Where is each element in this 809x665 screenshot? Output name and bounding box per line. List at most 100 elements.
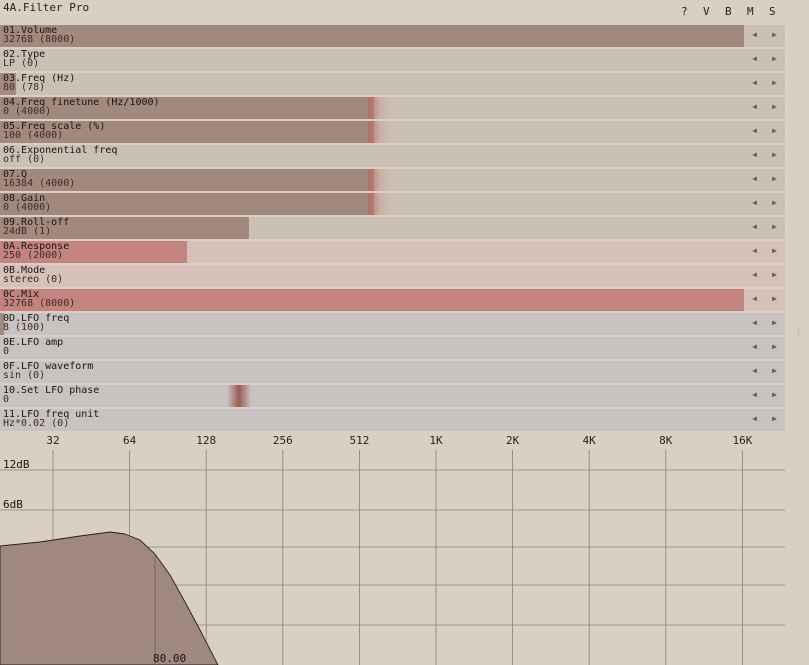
title-bar: 4A.Filter Pro ? V B M S (0, 0, 809, 24)
increment-arrow-icon[interactable]: ▶ (772, 102, 777, 111)
param-value: 0 (3, 394, 10, 405)
decrement-arrow-icon[interactable]: ◀ (752, 270, 757, 279)
increment-arrow-icon[interactable]: ▶ (772, 390, 777, 399)
param-value: 100 (4000) (3, 130, 64, 141)
param-row[interactable]: 02.Type LP (0) ◀ ▶ (0, 49, 785, 71)
solo-button[interactable]: S (769, 5, 776, 18)
parameter-list: 01.Volume 32768 (8000) ◀ ▶ 02.Type LP (0) ◀ ▶ 03… (0, 25, 785, 433)
param-value: 0 (3, 346, 10, 357)
x-tick-label: 256 (273, 434, 293, 447)
param-row[interactable]: 0A.Response 250 (2000) ◀ ▶ (0, 241, 785, 263)
param-level-bar (0, 289, 744, 311)
param-value: 16384 (4000) (3, 178, 76, 189)
param-center-marker (368, 121, 392, 143)
window-title: 4A.Filter Pro (3, 1, 90, 14)
param-value: LP (0) (3, 58, 40, 69)
param-row[interactable]: 05.Freq scale (%) 100 (4000) ◀ ▶ (0, 121, 785, 143)
param-row[interactable]: 0E.LFO amp 0 ◀ ▶ (0, 337, 785, 359)
increment-arrow-icon[interactable]: ▶ (772, 174, 777, 183)
increment-arrow-icon[interactable]: ▶ (772, 222, 777, 231)
param-value: 0 (4000) (3, 202, 52, 213)
view-button[interactable]: V (703, 5, 710, 18)
param-value: 24dB (1) (3, 226, 52, 237)
increment-arrow-icon[interactable]: ▶ (772, 294, 777, 303)
cutoff-frequency-label: 80.00 (153, 652, 186, 665)
increment-arrow-icon[interactable]: ▶ (772, 366, 777, 375)
x-tick-label: 8K (659, 434, 673, 447)
x-tick-label: 64 (123, 434, 137, 447)
param-value: off (0) (3, 154, 46, 165)
increment-arrow-icon[interactable]: ▶ (772, 126, 777, 135)
param-row[interactable]: 03.Freq (Hz) 80 (78) ◀ ▶ (0, 73, 785, 95)
decrement-arrow-icon[interactable]: ◀ (752, 366, 757, 375)
increment-arrow-icon[interactable]: ▶ (772, 414, 777, 423)
param-row[interactable]: 0C.Mix 32768 (8000) ◀ ▶ (0, 289, 785, 311)
decrement-arrow-icon[interactable]: ◀ (752, 390, 757, 399)
increment-arrow-icon[interactable]: ▶ (772, 270, 777, 279)
param-name: 0E.LFO amp (3, 337, 64, 348)
frequency-response-graph[interactable]: 32641282565121K2K4K8K16K12dB6dB-6dB-12dB… (0, 430, 785, 665)
y-axis-label: 6dB (3, 498, 23, 511)
param-center-marker (368, 193, 392, 215)
decrement-arrow-icon[interactable]: ◀ (752, 174, 757, 183)
param-name: 10.Set LFO phase (3, 385, 100, 396)
param-row[interactable]: 0D.LFO freq 8 (100) ◀ ▶ (0, 313, 785, 335)
mute-button[interactable]: M (747, 5, 754, 18)
param-value: stereo (0) (3, 274, 64, 285)
param-row[interactable]: 04.Freq finetune (Hz/1000) 0 (4000) ◀ ▶ (0, 97, 785, 119)
param-value: 32768 (8000) (3, 34, 76, 45)
decrement-arrow-icon[interactable]: ◀ (752, 246, 757, 255)
bypass-button[interactable]: B (725, 5, 732, 18)
response-curve (0, 531, 219, 665)
param-center-marker (368, 97, 392, 119)
param-row[interactable]: 0F.LFO waveform sin (0) ◀ ▶ (0, 361, 785, 383)
param-row[interactable]: 01.Volume 32768 (8000) ◀ ▶ (0, 25, 785, 47)
decrement-arrow-icon[interactable]: ◀ (752, 30, 757, 39)
param-level-bar (0, 193, 374, 215)
param-row[interactable]: 08.Gain 0 (4000) ◀ ▶ (0, 193, 785, 215)
param-value: Hz*0.02 (0) (3, 418, 70, 429)
increment-arrow-icon[interactable]: ▶ (772, 78, 777, 87)
x-tick-label: 1K (429, 434, 443, 447)
increment-arrow-icon[interactable]: ▶ (772, 198, 777, 207)
increment-arrow-icon[interactable]: ▶ (772, 54, 777, 63)
param-value: 32768 (8000) (3, 298, 76, 309)
decrement-arrow-icon[interactable]: ◀ (752, 126, 757, 135)
param-row[interactable]: 11.LFO freq unit Hz*0.02 (0) ◀ ▶ (0, 409, 785, 431)
decrement-arrow-icon[interactable]: ◀ (752, 222, 757, 231)
scroll-handle-icon[interactable]: ⁞ (796, 328, 801, 338)
increment-arrow-icon[interactable]: ▶ (772, 318, 777, 327)
increment-arrow-icon[interactable]: ▶ (772, 342, 777, 351)
x-tick-label: 16K (732, 434, 752, 447)
param-row[interactable]: 06.Exponential freq off (0) ◀ ▶ (0, 145, 785, 167)
decrement-arrow-icon[interactable]: ◀ (752, 294, 757, 303)
decrement-arrow-icon[interactable]: ◀ (752, 102, 757, 111)
param-row[interactable]: 09.Roll-off 24dB (1) ◀ ▶ (0, 217, 785, 239)
x-tick-label: 4K (583, 434, 597, 447)
param-value: 8 (100) (3, 322, 46, 333)
decrement-arrow-icon[interactable]: ◀ (752, 78, 757, 87)
decrement-arrow-icon[interactable]: ◀ (752, 414, 757, 423)
decrement-arrow-icon[interactable]: ◀ (752, 150, 757, 159)
param-value: 80 (78) (3, 82, 46, 93)
x-tick-label: 2K (506, 434, 520, 447)
y-axis-label: 12dB (3, 458, 30, 471)
param-center-marker (368, 169, 392, 191)
param-row[interactable]: 0B.Mode stereo (0) ◀ ▶ (0, 265, 785, 287)
decrement-arrow-icon[interactable]: ◀ (752, 318, 757, 327)
param-row[interactable]: 10.Set LFO phase 0 ◀ ▶ (0, 385, 785, 407)
decrement-arrow-icon[interactable]: ◀ (752, 342, 757, 351)
x-tick-label: 128 (196, 434, 216, 447)
increment-arrow-icon[interactable]: ▶ (772, 30, 777, 39)
help-button[interactable]: ? (681, 5, 688, 18)
decrement-arrow-icon[interactable]: ◀ (752, 54, 757, 63)
param-level-bar (0, 25, 744, 47)
x-tick-label: 512 (349, 434, 369, 447)
increment-arrow-icon[interactable]: ▶ (772, 150, 777, 159)
param-value: sin (0) (3, 370, 46, 381)
param-value: 250 (2000) (3, 250, 64, 261)
x-tick-label: 32 (46, 434, 59, 447)
decrement-arrow-icon[interactable]: ◀ (752, 198, 757, 207)
increment-arrow-icon[interactable]: ▶ (772, 246, 777, 255)
param-row[interactable]: 07.Q 16384 (4000) ◀ ▶ (0, 169, 785, 191)
